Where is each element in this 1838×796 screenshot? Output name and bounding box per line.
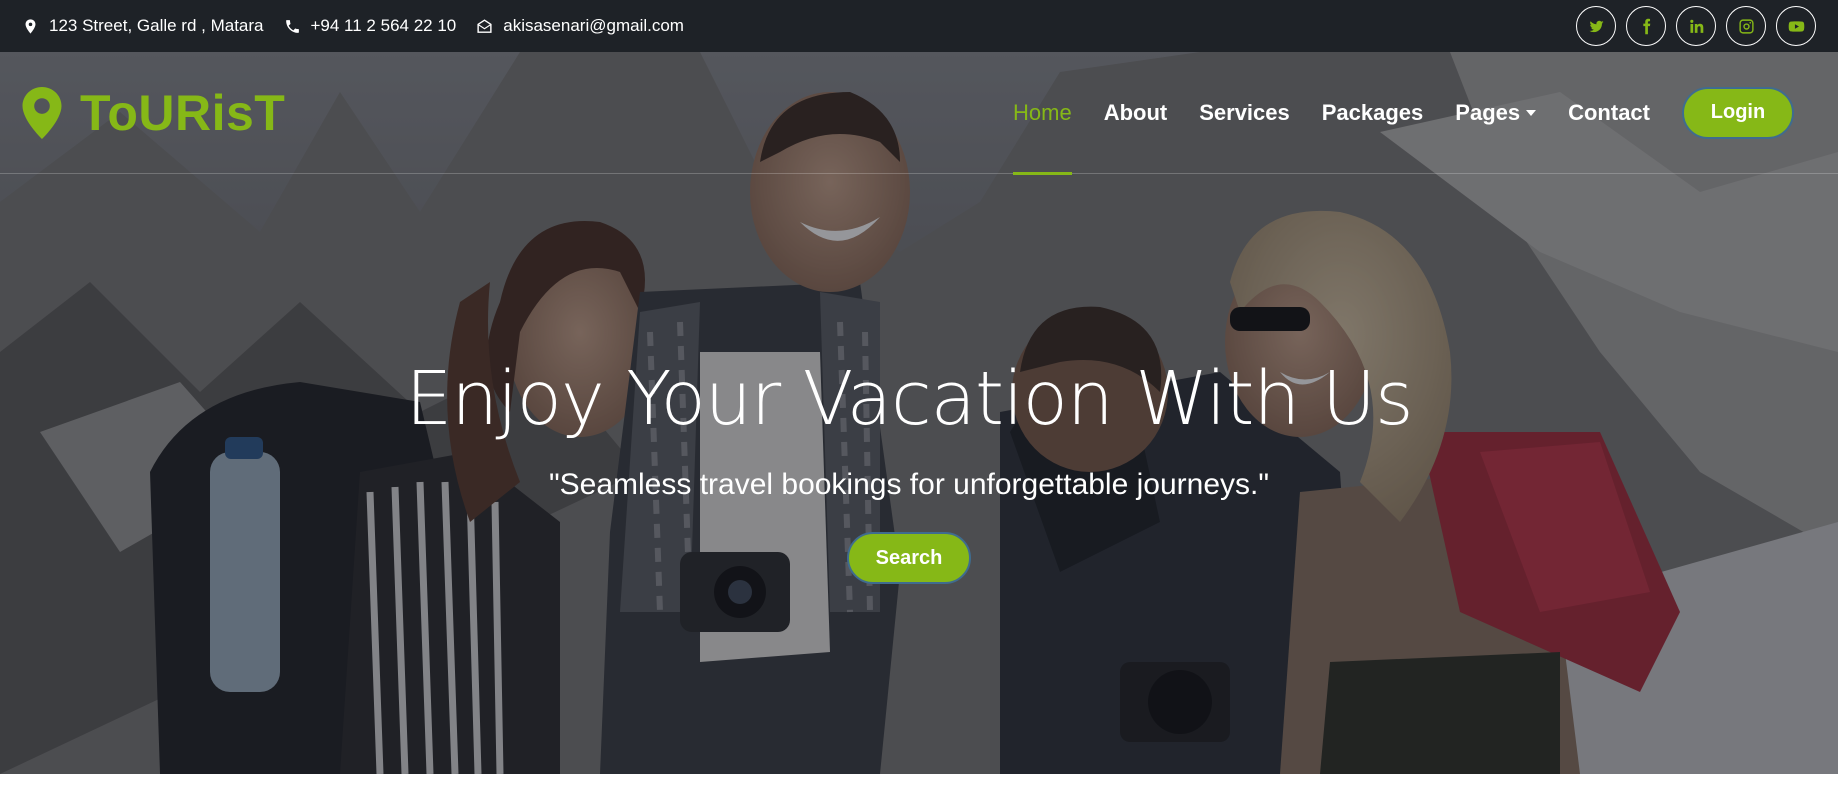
envelope-open-icon — [477, 18, 492, 33]
top-bar: 123 Street, Galle rd , Matara +94 11 2 5… — [0, 0, 1838, 52]
instagram-button[interactable] — [1726, 6, 1766, 46]
twitter-button[interactable] — [1576, 6, 1616, 46]
facebook-icon — [1642, 18, 1650, 34]
brand-name: ToURisT — [80, 84, 286, 141]
instagram-icon — [1738, 18, 1754, 34]
nav-item-pages-dropdown[interactable]: Pages — [1455, 52, 1537, 174]
email-text: akisasenari@gmail.com — [503, 16, 684, 35]
nav-item-services[interactable]: Services — [1199, 52, 1290, 174]
email-item[interactable]: akisasenari@gmail.com — [476, 16, 684, 36]
linkedin-icon — [1689, 19, 1703, 33]
hero-title: Enjoy Your Vacation With Us — [405, 356, 1413, 442]
login-button[interactable]: Login — [1682, 86, 1794, 139]
nav-item-contact[interactable]: Contact — [1568, 52, 1650, 174]
caret-down-icon — [1526, 109, 1537, 116]
contact-info: 123 Street, Galle rd , Matara +94 11 2 5… — [22, 16, 684, 36]
facebook-button[interactable] — [1626, 6, 1666, 46]
linkedin-button[interactable] — [1676, 6, 1716, 46]
phone-icon — [285, 19, 299, 33]
location-icon — [25, 18, 36, 34]
search-button[interactable]: Search — [847, 532, 971, 584]
phone-text: +94 11 2 564 22 10 — [310, 16, 457, 35]
twitter-icon — [1588, 20, 1604, 32]
main-navbar: ToURisT Home About Services Packages Pag… — [0, 52, 1838, 175]
address-text: 123 Street, Galle rd , Matara — [49, 16, 264, 35]
address-item: 123 Street, Galle rd , Matara — [22, 16, 264, 36]
map-marker-icon — [22, 86, 62, 139]
nav-item-pages-label: Pages — [1455, 99, 1521, 125]
youtube-button[interactable] — [1776, 6, 1816, 46]
nav-menu: Home About Services Packages Pages Conta… — [1013, 52, 1794, 175]
hero-subtitle: "Seamless travel bookings for unforgetta… — [548, 468, 1269, 501]
nav-item-about[interactable]: About — [1104, 52, 1168, 174]
hero-section: ToURisT Home About Services Packages Pag… — [0, 52, 1838, 774]
nav-item-packages[interactable]: Packages — [1322, 52, 1424, 174]
brand-logo[interactable]: ToURisT — [22, 84, 285, 142]
phone-item[interactable]: +94 11 2 564 22 10 — [284, 16, 457, 36]
youtube-icon — [1788, 20, 1804, 32]
hero-content: Enjoy Your Vacation With Us "Seamless tr… — [0, 362, 1818, 584]
social-links — [1576, 6, 1816, 46]
nav-item-home[interactable]: Home — [1013, 52, 1072, 175]
